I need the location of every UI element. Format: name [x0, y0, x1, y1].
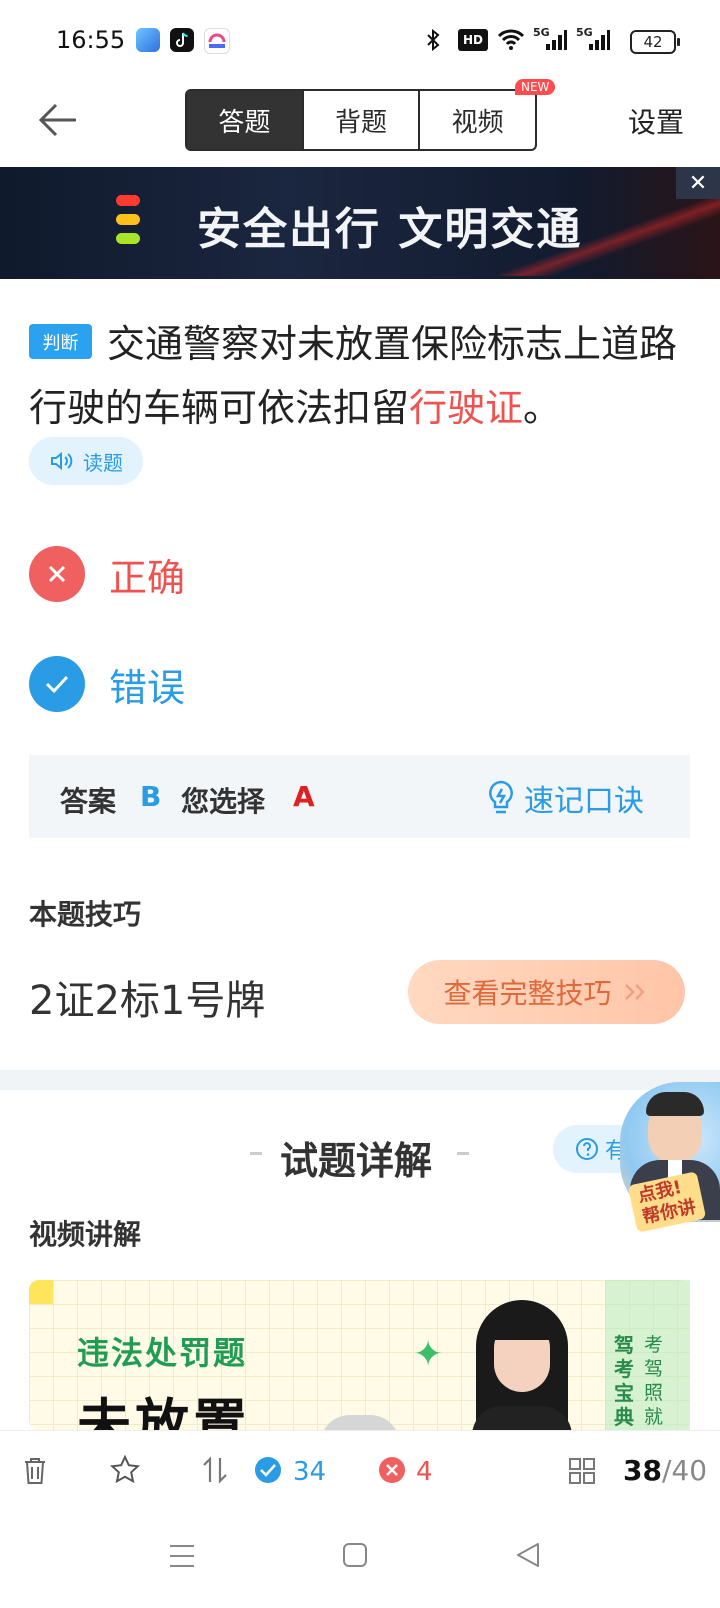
correct-count: 34 [293, 1457, 327, 1487]
traffic-light-red [116, 195, 140, 206]
close-circle-icon [379, 1457, 405, 1483]
menu-icon [170, 1545, 194, 1567]
app-icon-blue [136, 28, 160, 52]
card-corner [29, 1280, 53, 1304]
new-badge: NEW [515, 79, 556, 95]
video-card-brand: 驾考宝典 [614, 1333, 634, 1429]
section-divider [0, 1070, 720, 1090]
title-dash-left [250, 1152, 262, 1155]
delete-button[interactable] [22, 1456, 48, 1490]
question-grid-button[interactable] [568, 1457, 596, 1489]
sparkle-icon: ✦ [413, 1334, 444, 1375]
close-icon [29, 546, 85, 602]
check-icon [29, 656, 85, 712]
wrong-count-button[interactable] [378, 1456, 406, 1488]
choice-label: 您选择 [181, 785, 266, 818]
read-label: 读题 [83, 450, 123, 475]
wrong-count: 4 [416, 1457, 433, 1487]
check-circle-icon [255, 1457, 281, 1483]
question-circle-icon [576, 1138, 598, 1160]
mnemonic-button[interactable]: 速记口诀 [486, 776, 644, 820]
battery-icon: 42 [630, 30, 680, 54]
tab-answer[interactable]: 答题 [187, 91, 304, 149]
back-triangle-icon [517, 1543, 539, 1567]
signal-icon [588, 28, 610, 52]
read-question-button[interactable]: 读题 [29, 437, 143, 485]
bottom-toolbar [0, 1430, 720, 1521]
swap-button[interactable] [200, 1455, 230, 1489]
choice-value: A [293, 780, 315, 813]
home-icon [343, 1543, 367, 1567]
app-icon-pink [204, 28, 230, 54]
mode-tabs: 答题 背题 视频 [185, 89, 537, 151]
correct-count-button[interactable] [254, 1456, 282, 1488]
total-questions: /40 [661, 1454, 708, 1487]
lightbulb-icon [489, 780, 513, 814]
question-highlight: 行驶证 [409, 386, 524, 430]
trash-icon [25, 1458, 45, 1484]
tips-title: 本题技巧 [29, 898, 142, 931]
close-ad-button[interactable]: ✕ [676, 167, 720, 199]
bluetooth-icon [424, 28, 444, 52]
settings-button[interactable]: 设置 [628, 101, 684, 141]
question-main: 交通警察对未放置保险标志上道路行驶的车辆可依法扣留 [29, 322, 678, 430]
title-dash-right [457, 1152, 469, 1155]
star-icon [109, 1454, 141, 1484]
back-button[interactable] [36, 98, 84, 142]
grid-icon [569, 1458, 595, 1484]
double-chevron-right-icon [624, 984, 645, 1000]
tab-video[interactable]: 视频 [420, 91, 535, 149]
speaker-icon [51, 451, 73, 471]
current-question: 38 [623, 1454, 662, 1487]
detail-title: 试题详解 [280, 1139, 433, 1183]
close-icon: ✕ [688, 170, 708, 196]
wifi-icon [497, 28, 525, 52]
presenter-image [462, 1300, 582, 1430]
traffic-light-yellow [116, 214, 140, 225]
status-time: 16:55 [56, 26, 126, 54]
question-type-badge: 判断 [29, 324, 92, 359]
answer-label: 答案 [60, 785, 117, 818]
question-text: 交通警察对未放置保险标志上道路行驶的车辆可依法扣留行驶证。 [29, 312, 689, 440]
traffic-light-green [116, 233, 140, 244]
banner-text: 安全出行 文明交通 [197, 204, 583, 255]
arrow-left-icon [38, 103, 76, 137]
tiktok-icon [170, 28, 194, 52]
home-button[interactable] [342, 1542, 368, 1572]
swap-icon [203, 1456, 227, 1484]
option-false[interactable]: 错误 [29, 656, 185, 712]
signal-icon [545, 28, 567, 52]
view-tips-label: 查看完整技巧 [443, 977, 612, 1010]
hd-icon: HD [458, 29, 488, 51]
option-true[interactable]: 正确 [29, 546, 185, 602]
option-label: 正确 [109, 555, 186, 600]
option-label: 错误 [109, 665, 186, 710]
mnemonic-label: 速记口诀 [524, 784, 644, 819]
question-end: 。 [523, 386, 562, 430]
menu-button[interactable] [168, 1543, 196, 1573]
question-progress: 38/40 [623, 1454, 707, 1487]
answer-value: B [140, 780, 162, 813]
video-section-title: 视频讲解 [29, 1218, 142, 1251]
video-card-title: 违法处罚题 [77, 1334, 248, 1372]
tab-recite[interactable]: 背题 [304, 91, 421, 149]
tips-text: 2证2标1号牌 [29, 978, 266, 1024]
nav-back-button[interactable] [514, 1541, 542, 1573]
favorite-button[interactable] [109, 1454, 141, 1489]
view-tips-button[interactable]: 查看完整技巧 [408, 960, 685, 1024]
